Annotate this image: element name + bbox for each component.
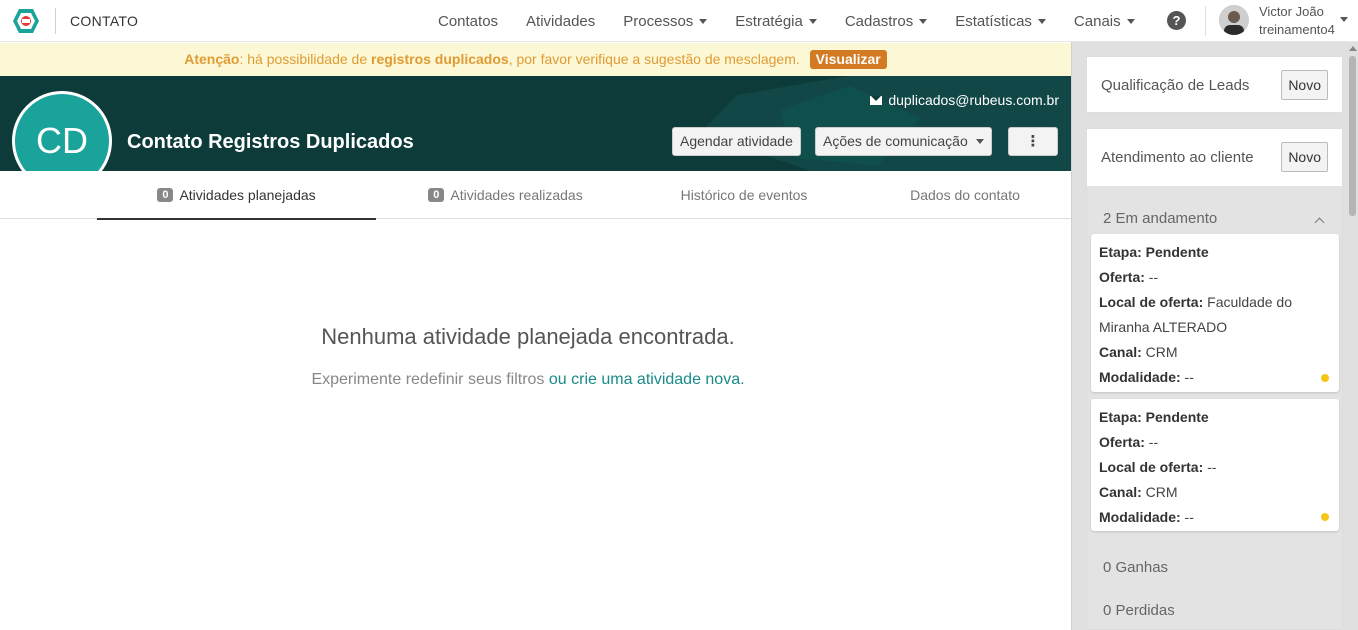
communication-actions-dropdown[interactable]: Ações de comunicação bbox=[815, 127, 992, 156]
nav-item-contatos[interactable]: Contatos bbox=[424, 13, 512, 30]
tab-completed-activities[interactable]: 0 Atividades realizadas bbox=[376, 171, 635, 219]
chevron-down-icon bbox=[808, 18, 817, 24]
alert-text-2: , por favor verifique a sugestão de mesc… bbox=[508, 51, 800, 67]
card-channel: Canal: CRM bbox=[1099, 344, 1178, 360]
empty-state-subtitle: Experimente redefinir seus filtros ou cr… bbox=[0, 371, 1056, 389]
user-account: treinamento4 bbox=[1259, 22, 1335, 37]
card-offer: Oferta: -- bbox=[1099, 434, 1159, 450]
card-offer: Oferta: -- bbox=[1099, 269, 1159, 285]
nav-item-canais[interactable]: Canais bbox=[1060, 13, 1149, 30]
schedule-activity-button[interactable]: Agendar atividade bbox=[672, 127, 801, 156]
card-offer-location: Local de oferta: Faculdade do Miranha AL… bbox=[1099, 294, 1292, 335]
top-navbar: CONTATO Contatos Atividades Processos Es… bbox=[0, 0, 1358, 42]
alert-bold-text: registros duplicados bbox=[371, 51, 509, 67]
card-stage: Etapa: Pendente bbox=[1099, 244, 1209, 260]
lead-qualification-panel: Qualificação de Leads Novo bbox=[1086, 56, 1343, 113]
help-icon[interactable]: ? bbox=[1167, 11, 1186, 30]
card-offer-location: Local de oferta: -- bbox=[1099, 459, 1217, 475]
tab-label: Atividades planejadas bbox=[179, 186, 316, 203]
tab-planned-activities[interactable]: 0 Atividades planejadas bbox=[97, 171, 376, 220]
more-options-button[interactable]: ⋮ bbox=[1008, 127, 1058, 156]
nav-item-atividades[interactable]: Atividades bbox=[512, 13, 609, 30]
nav-item-cadastros[interactable]: Cadastros bbox=[831, 13, 941, 30]
chevron-down-icon bbox=[975, 139, 984, 144]
logo-divider bbox=[55, 8, 56, 34]
user-avatar[interactable] bbox=[1219, 5, 1249, 35]
tab-count-badge: 0 bbox=[157, 187, 174, 202]
sidebar-scrollbar[interactable] bbox=[1349, 56, 1356, 216]
panel-title: Atendimento ao cliente bbox=[1101, 149, 1254, 166]
user-name: Victor João bbox=[1259, 4, 1324, 19]
user-menu[interactable]: Victor João treinamento4 bbox=[1259, 3, 1335, 39]
customer-service-panel: Atendimento ao cliente Novo 2 Em andamen… bbox=[1086, 128, 1343, 630]
panel-header: Atendimento ao cliente Novo bbox=[1087, 129, 1342, 186]
in-progress-section-header[interactable]: 2 Em andamento bbox=[1103, 210, 1217, 227]
contact-tabs: 0 Atividades planejadas 0 Atividades rea… bbox=[0, 171, 1071, 220]
status-dot bbox=[1321, 374, 1329, 382]
chevron-down-icon bbox=[1037, 18, 1046, 24]
duplicate-alert-banner: Atenção: há possibilidade de registros d… bbox=[0, 43, 1071, 76]
main-menu: Contatos Atividades Processos Estratégia… bbox=[424, 0, 1149, 42]
nav-item-estrategia[interactable]: Estratégia bbox=[721, 13, 831, 30]
card-stage: Etapa: Pendente bbox=[1099, 409, 1209, 425]
user-divider bbox=[1205, 6, 1206, 36]
chevron-down-icon bbox=[1126, 18, 1135, 24]
alert-prefix: Atenção bbox=[184, 51, 240, 67]
chevron-down-icon bbox=[699, 18, 708, 24]
contact-name: Contato Registros Duplicados bbox=[127, 131, 414, 153]
nav-item-processos[interactable]: Processos bbox=[609, 13, 721, 30]
status-dot bbox=[1321, 513, 1329, 521]
empty-state-title: Nenhuma atividade planejada encontrada. bbox=[321, 324, 735, 349]
tab-label: Dados do contato bbox=[910, 187, 1020, 203]
nav-item-estatisticas[interactable]: Estatísticas bbox=[941, 13, 1060, 30]
create-activity-link[interactable]: ou crie uma atividade nova. bbox=[549, 371, 745, 388]
card-modality: Modalidade: -- bbox=[1099, 369, 1194, 385]
card-channel: Canal: CRM bbox=[1099, 484, 1178, 500]
chevron-up-icon[interactable] bbox=[1314, 217, 1325, 228]
contact-email[interactable]: duplicados@rubeus.com.br bbox=[870, 92, 1059, 108]
tab-count-badge: 0 bbox=[428, 188, 445, 202]
mail-icon bbox=[870, 95, 883, 105]
lost-section-header[interactable]: 0 Perdidas bbox=[1103, 602, 1175, 619]
contact-email-text: duplicados@rubeus.com.br bbox=[888, 92, 1059, 108]
view-duplicates-button[interactable]: Visualizar bbox=[809, 50, 887, 69]
user-menu-chevron-icon[interactable] bbox=[1340, 17, 1348, 22]
process-sidebar: Qualificação de Leads Novo Atendimento a… bbox=[1071, 42, 1358, 630]
won-section-header[interactable]: 0 Ganhas bbox=[1103, 559, 1168, 576]
card-modality: Modalidade: -- bbox=[1099, 509, 1194, 525]
tab-label: Histórico de eventos bbox=[680, 187, 808, 203]
process-card[interactable]: Etapa: Pendente Oferta: -- Local de ofer… bbox=[1091, 234, 1339, 392]
new-lead-qualification-button[interactable]: Novo bbox=[1281, 70, 1328, 100]
tab-contact-data[interactable]: Dados do contato bbox=[853, 171, 1077, 219]
contact-header bbox=[0, 76, 1071, 171]
chevron-down-icon bbox=[919, 18, 928, 24]
alert-text-1: : há possibilidade de bbox=[239, 51, 371, 67]
empty-state-text: Experimente redefinir seus filtros bbox=[311, 371, 549, 388]
app-title: CONTATO bbox=[70, 13, 139, 29]
tab-event-history[interactable]: Histórico de eventos bbox=[635, 171, 853, 219]
panel-title: Qualificação de Leads bbox=[1101, 77, 1250, 94]
tab-label: Atividades realizadas bbox=[450, 187, 583, 203]
rubeus-logo-icon[interactable] bbox=[12, 8, 40, 34]
communication-actions-label: Ações de comunicação bbox=[823, 133, 968, 149]
scroll-up-arrow-icon[interactable] bbox=[1349, 46, 1357, 51]
process-card[interactable]: Etapa: Pendente Oferta: -- Local de ofer… bbox=[1091, 399, 1339, 531]
new-customer-service-button[interactable]: Novo bbox=[1281, 142, 1328, 172]
